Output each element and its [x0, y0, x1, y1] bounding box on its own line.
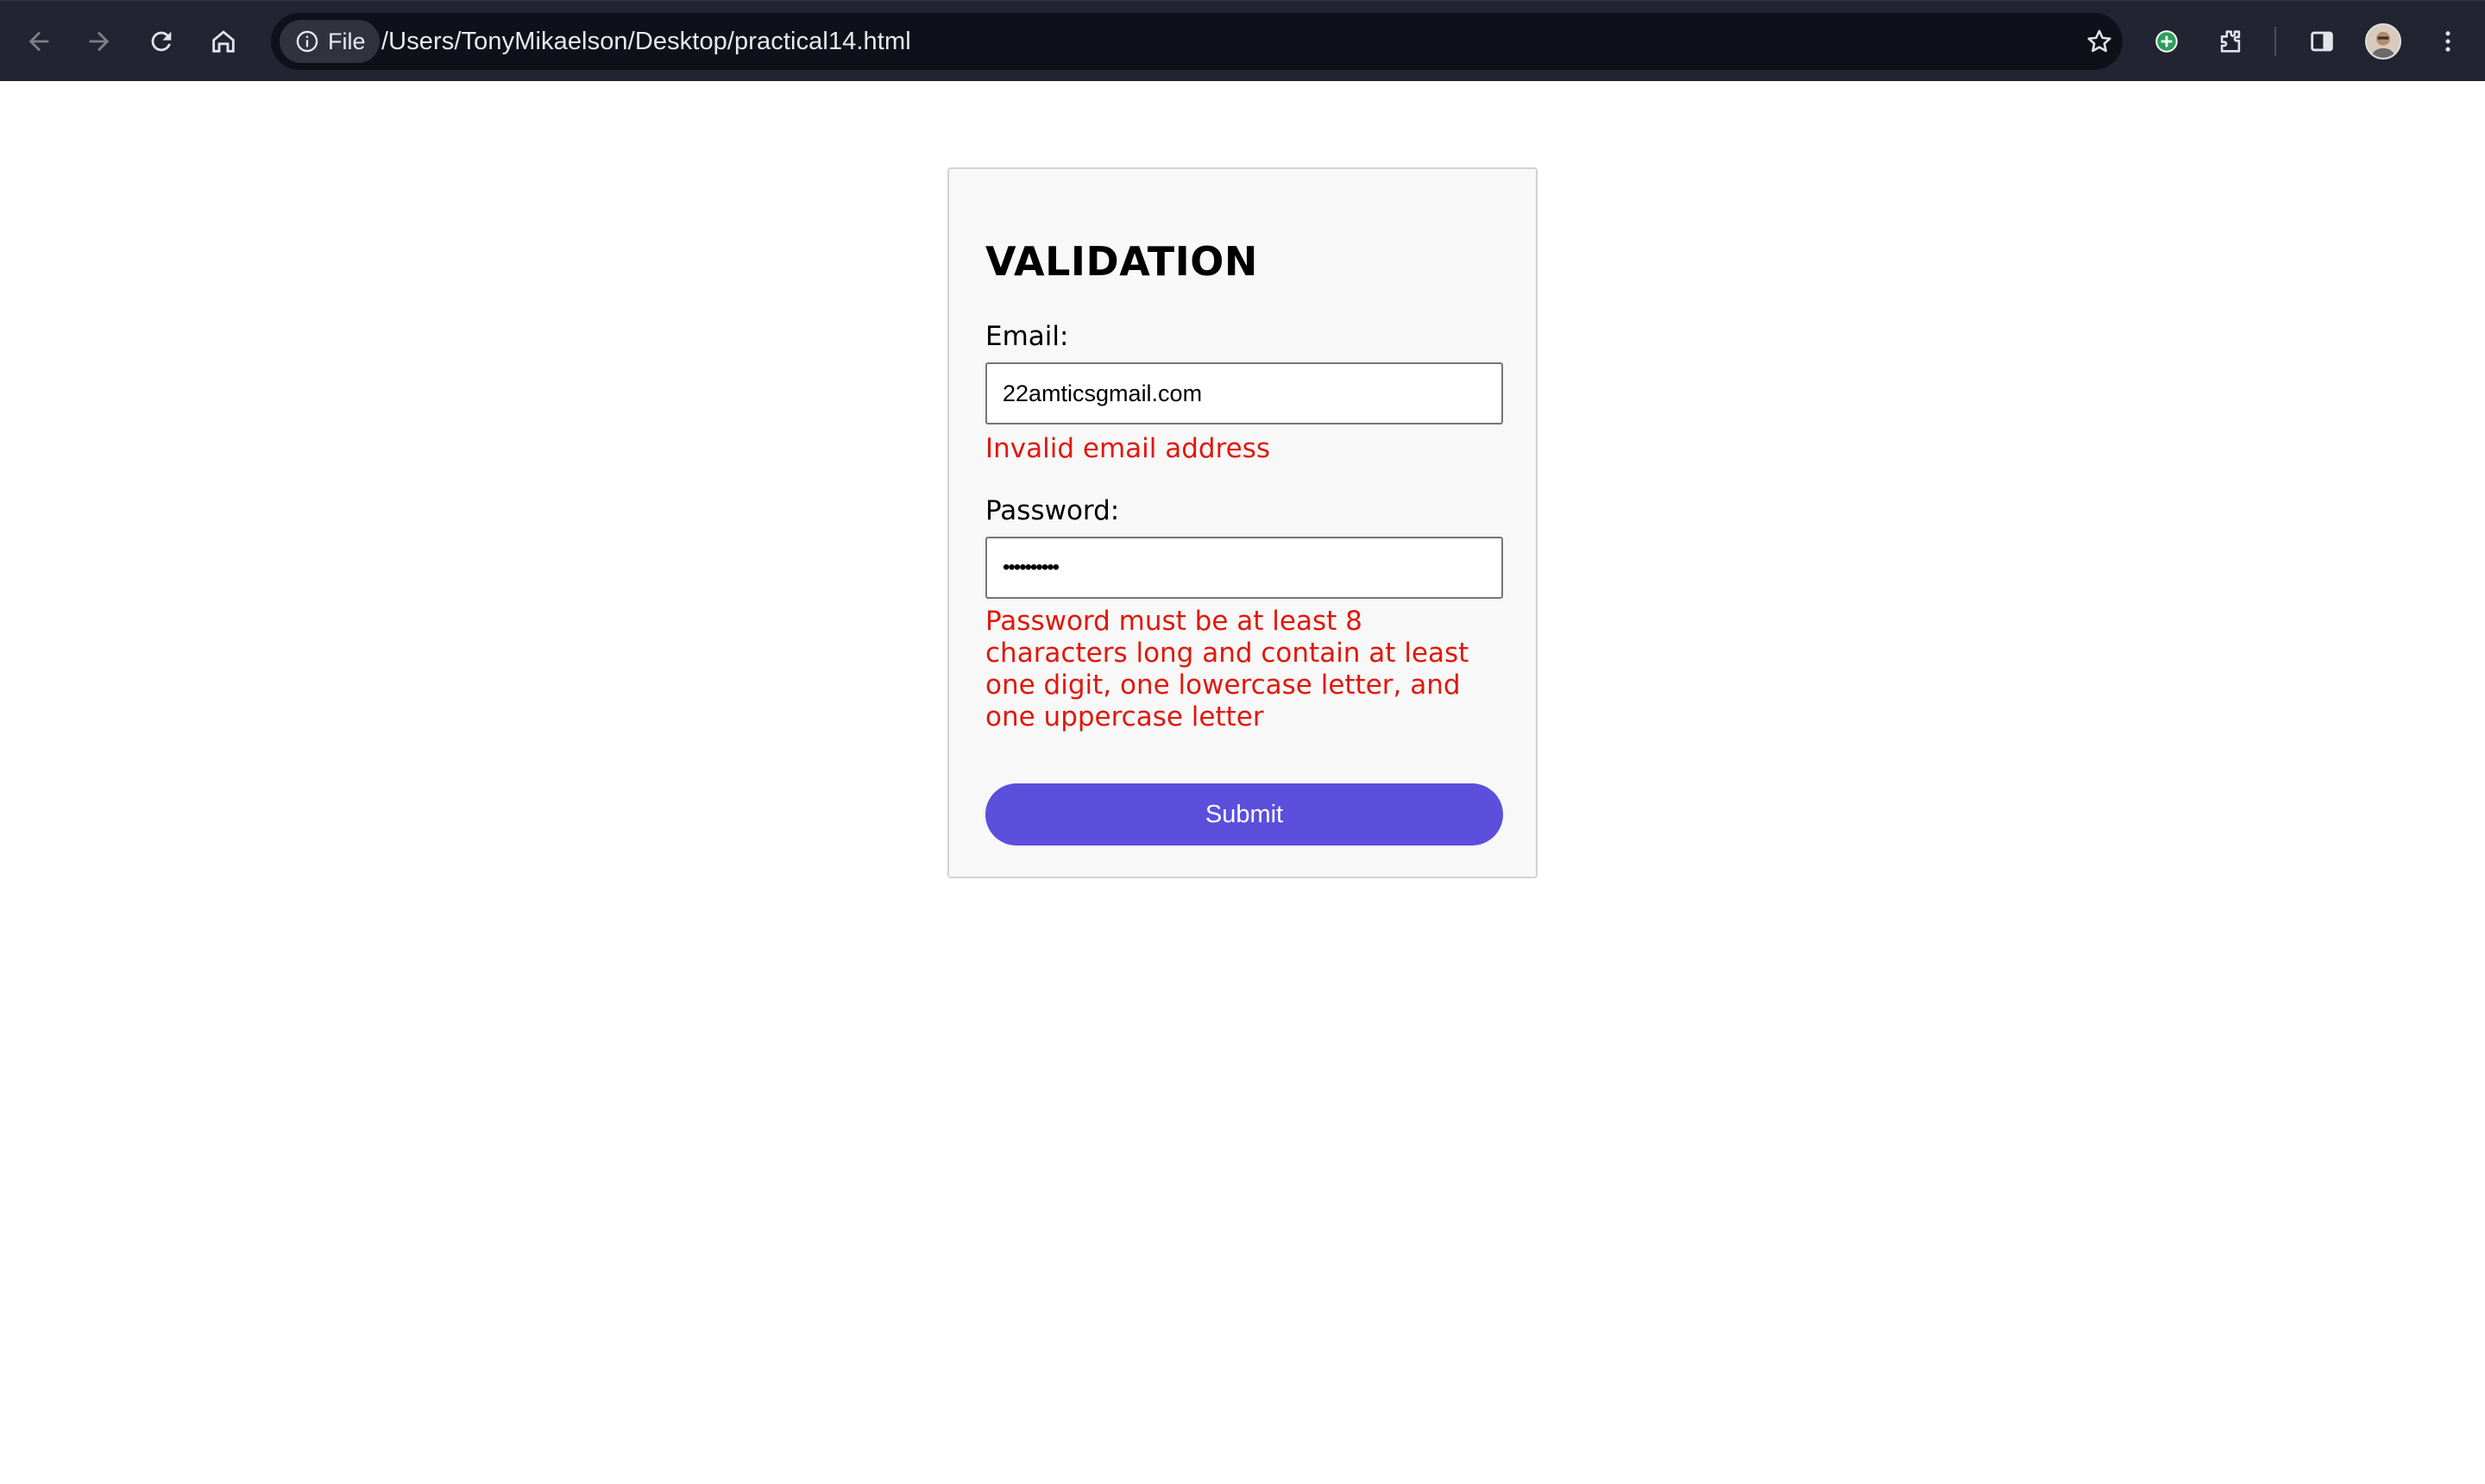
more-vert-icon: [2445, 31, 2450, 52]
extensions-button[interactable]: [2209, 20, 2252, 63]
side-panel-icon: [2311, 31, 2333, 52]
bookmark-star-button[interactable]: [2078, 20, 2121, 63]
forward-button[interactable]: [78, 20, 121, 63]
avatar-icon: [2367, 25, 2400, 58]
form-title: VALIDATION: [985, 238, 1258, 285]
chip-label: File: [328, 28, 366, 54]
home-button[interactable]: [202, 20, 245, 63]
email-input[interactable]: [985, 362, 1503, 424]
password-error-message: Password must be at least 8 characters l…: [985, 606, 1469, 733]
browser-menu-button[interactable]: [2426, 20, 2469, 63]
extension-add-button[interactable]: [2145, 20, 2188, 63]
info-icon: [296, 30, 318, 53]
star-icon: [2087, 29, 2111, 53]
reload-icon: [151, 31, 172, 52]
toolbar-divider: [2274, 27, 2276, 56]
site-info-chip[interactable]: File: [280, 20, 380, 63]
home-icon: [212, 30, 235, 53]
address-bar[interactable]: File /Users/TonyMikaelson/Desktop/practi…: [271, 13, 2123, 70]
url-text[interactable]: /Users/TonyMikaelson/Desktop/practical14…: [381, 13, 911, 70]
side-panel-button[interactable]: [2300, 20, 2343, 63]
puzzle-icon: [2220, 30, 2241, 53]
arrow-right-icon: [89, 31, 110, 52]
password-label: Password:: [985, 495, 1120, 526]
reload-button[interactable]: [140, 20, 183, 63]
back-button[interactable]: [17, 20, 60, 63]
browser-toolbar: File /Users/TonyMikaelson/Desktop/practi…: [0, 0, 2485, 81]
profile-avatar[interactable]: [2365, 23, 2401, 60]
submit-button[interactable]: Submit: [985, 783, 1503, 846]
password-input[interactable]: ••••••••••: [985, 537, 1503, 599]
validation-form-card: VALIDATION Email: Invalid email address …: [947, 167, 1538, 878]
plus-circle-icon: [2155, 30, 2178, 53]
arrow-left-icon: [28, 31, 49, 52]
email-error-message: Invalid email address: [985, 433, 1271, 464]
email-label: Email:: [985, 321, 1069, 352]
